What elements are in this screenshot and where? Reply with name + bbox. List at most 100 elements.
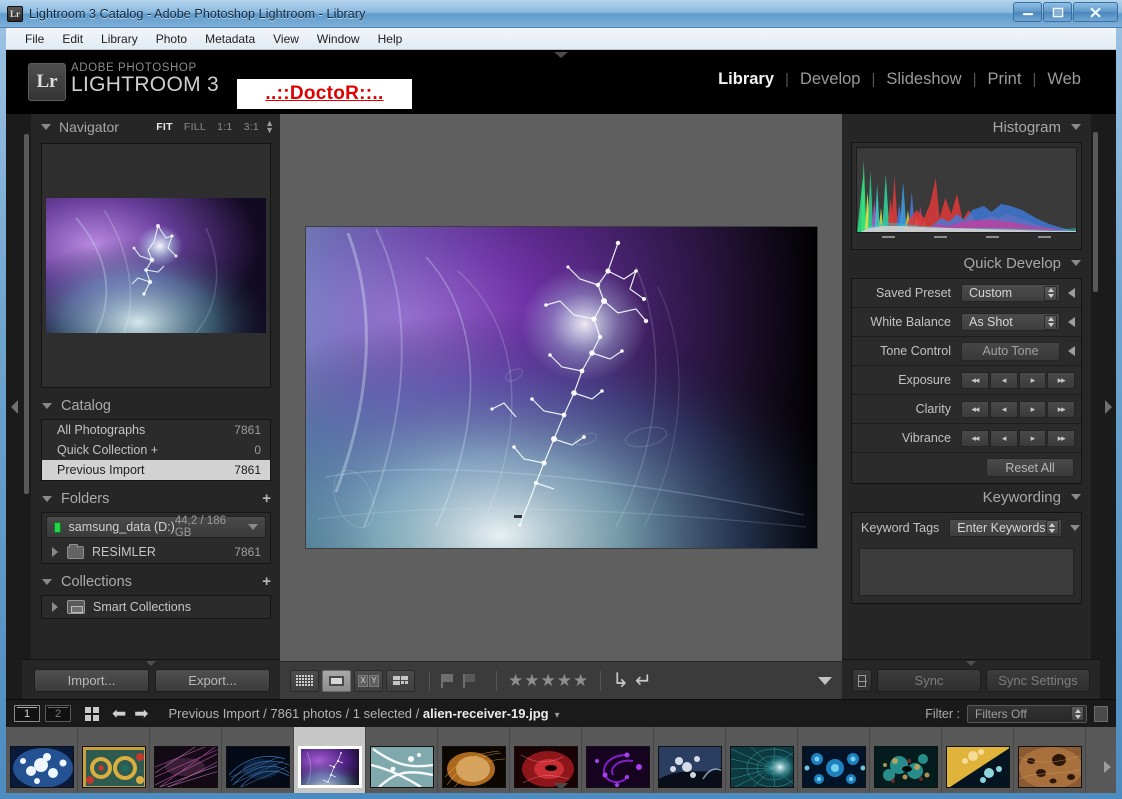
back-arrow-icon[interactable]: ⬅ <box>112 705 126 722</box>
rating-stars[interactable]: ★★★★★ <box>508 671 589 691</box>
navigator-preview[interactable] <box>41 143 271 388</box>
module-print[interactable]: Print <box>977 70 1033 89</box>
exposure-increase-big[interactable]: ▸▸ <box>1047 371 1075 389</box>
chevron-down-icon[interactable] <box>42 402 52 409</box>
left-panel-collapse-handle[interactable] <box>6 114 22 699</box>
thumb-copper-holes[interactable] <box>1014 727 1086 793</box>
vibrance-decrease-big[interactable]: ◂◂ <box>961 429 989 447</box>
grid-view-button[interactable] <box>290 669 319 692</box>
vibrance-decrease[interactable]: ◂ <box>989 429 1018 447</box>
keyword-tags-combo[interactable]: Enter Keywords <box>949 518 1062 537</box>
module-slideshow[interactable]: Slideshow <box>875 70 972 89</box>
vibrance-increase[interactable]: ▸ <box>1018 429 1047 447</box>
rotate-right-icon[interactable]: ↵ <box>635 668 652 693</box>
clarity-increase-big[interactable]: ▸▸ <box>1047 400 1075 418</box>
reset-all-button[interactable]: Reset All <box>986 458 1074 477</box>
catalog-row-previous-import[interactable]: Previous Import 7861 <box>42 460 270 480</box>
collection-row-smart-collections[interactable]: Smart Collections <box>42 596 270 618</box>
menu-photo[interactable]: Photo <box>147 30 196 48</box>
thumb-white-teal-swirl[interactable] <box>366 727 438 793</box>
menu-window[interactable]: Window <box>308 30 369 48</box>
vibrance-increase-big[interactable]: ▸▸ <box>1047 429 1075 447</box>
bottom-panel-toggle[interactable] <box>554 783 568 790</box>
histogram-header[interactable]: Histogram <box>842 114 1091 140</box>
menu-edit[interactable]: Edit <box>53 30 92 48</box>
chevron-down-icon[interactable] <box>1071 494 1081 500</box>
maximize-button[interactable] <box>1043 2 1072 22</box>
chevron-right-icon[interactable] <box>52 602 58 612</box>
zoom-3-1[interactable]: 3:1 <box>244 121 260 133</box>
thumb-cyan-starburst[interactable] <box>798 727 870 793</box>
clarity-decrease[interactable]: ◂ <box>989 400 1018 418</box>
module-develop[interactable]: Develop <box>789 70 872 89</box>
close-button[interactable] <box>1073 2 1118 22</box>
loupe-photo[interactable] <box>305 227 817 548</box>
menu-file[interactable]: File <box>16 30 53 48</box>
flag-pick-icon[interactable] <box>441 673 454 688</box>
add-folder-icon[interactable]: + <box>262 491 271 506</box>
grid-view-icon[interactable] <box>85 706 99 721</box>
chevron-down-icon[interactable] <box>1071 124 1081 130</box>
auto-tone-button[interactable]: Auto Tone <box>961 341 1060 361</box>
histogram-panel[interactable] <box>851 142 1082 250</box>
sync-mode-icon[interactable] <box>852 669 872 692</box>
import-button[interactable]: Import... <box>34 669 149 692</box>
menu-library[interactable]: Library <box>92 30 147 48</box>
clarity-decrease-big[interactable]: ◂◂ <box>961 400 989 418</box>
menu-view[interactable]: View <box>264 30 308 48</box>
chevron-down-icon[interactable]: ▾ <box>555 710 560 721</box>
toolbar-options-caret-icon[interactable] <box>818 676 832 685</box>
navigator-header[interactable]: Navigator FIT FILL 1:1 3:1 ▲ ▼ <box>31 114 280 140</box>
add-collection-icon[interactable]: + <box>262 574 271 589</box>
thumb-red-vortex[interactable] <box>510 727 582 793</box>
scrollbar-thumb[interactable] <box>24 134 29 494</box>
folder-row-resimler[interactable]: RESİMLER 7861 <box>42 541 270 563</box>
thumb-gold-split[interactable] <box>942 727 1014 793</box>
thumb-blue-snowflake[interactable] <box>6 727 78 793</box>
exposure-decrease[interactable]: ◂ <box>989 371 1018 389</box>
export-button[interactable]: Export... <box>155 669 270 692</box>
screen-2-button[interactable]: 2 <box>45 705 71 722</box>
clarity-increase[interactable]: ▸ <box>1018 400 1047 418</box>
filmstrip-next-page[interactable] <box>1098 727 1116 793</box>
stepper-icon[interactable] <box>1044 285 1057 301</box>
chevron-down-icon[interactable] <box>1069 524 1080 531</box>
quick-develop-header[interactable]: Quick Develop <box>842 250 1091 276</box>
forward-arrow-icon[interactable]: ➡ <box>134 705 148 722</box>
catalog-row-all-photographs[interactable]: All Photographs 7861 <box>42 420 270 440</box>
keyword-input-area[interactable] <box>859 548 1074 596</box>
thumb-gold-ornament[interactable] <box>78 727 150 793</box>
module-web[interactable]: Web <box>1036 70 1092 89</box>
compare-view-button[interactable]: X Y <box>354 669 383 692</box>
thumb-violet-spiral[interactable] <box>582 727 654 793</box>
loupe-view-button[interactable] <box>322 669 351 692</box>
white-balance-combo[interactable]: As Shot <box>961 313 1060 331</box>
thumb-teal-cluster[interactable] <box>870 727 942 793</box>
chevron-left-icon[interactable] <box>1068 317 1075 327</box>
stepper-icon[interactable] <box>1044 314 1057 330</box>
keywording-header[interactable]: Keywording <box>842 484 1091 510</box>
zoom-fill[interactable]: FILL <box>184 121 206 133</box>
catalog-row-quick-collection[interactable]: Quick Collection + 0 <box>42 440 270 460</box>
photo-preview-area[interactable] <box>280 114 842 661</box>
thumb-steel-dragon[interactable] <box>654 727 726 793</box>
zoom-fit[interactable]: FIT <box>156 121 173 133</box>
zoom-stepper-icon[interactable]: ▲ ▼ <box>265 119 274 135</box>
zoom-1-1[interactable]: 1:1 <box>217 121 233 133</box>
filter-toggle-icon[interactable] <box>1094 705 1108 722</box>
filter-combo[interactable]: Filters Off <box>967 704 1087 723</box>
scrollbar-thumb[interactable] <box>1093 132 1098 292</box>
thumb-magenta-streaks[interactable] <box>150 727 222 793</box>
sync-button[interactable]: Sync <box>877 669 981 692</box>
sync-settings-button[interactable]: Sync Settings <box>986 669 1090 692</box>
right-panel-scrollbar[interactable] <box>1091 114 1100 699</box>
module-library[interactable]: Library <box>707 70 785 89</box>
rotate-left-icon[interactable]: ↳ <box>612 668 629 693</box>
chevron-down-icon[interactable] <box>41 124 51 130</box>
chevron-down-icon[interactable] <box>248 524 258 530</box>
left-panel-nub[interactable] <box>146 661 156 666</box>
exposure-increase[interactable]: ▸ <box>1018 371 1047 389</box>
chevron-down-icon[interactable] <box>1071 260 1081 266</box>
thumb-orange-veil[interactable] <box>438 727 510 793</box>
stepper-icon[interactable] <box>1071 706 1084 721</box>
